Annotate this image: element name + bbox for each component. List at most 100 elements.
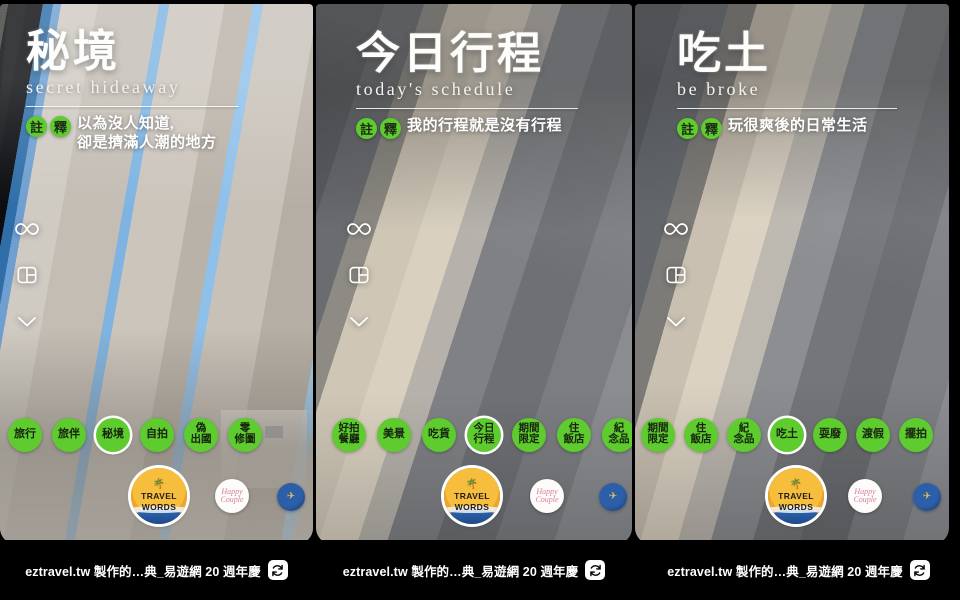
- caption-bar-1[interactable]: eztravel.tw 製作的…典_易遊網 20 週年慶: [0, 540, 313, 600]
- palm-tree-icon: 🌴: [465, 478, 479, 490]
- chevron-down-icon[interactable]: [663, 308, 689, 334]
- chip-label-line: 擺拍: [905, 428, 927, 441]
- panel-1-title-cn: 秘境: [26, 27, 120, 76]
- happy-script-text: Happy Couple: [220, 487, 244, 504]
- panel-2-sticker-row: 🌴 TRAVEL WORDS Happy Couple ✈: [316, 468, 632, 526]
- chip-label-line: 美景: [383, 428, 405, 441]
- chip-旅伴[interactable]: 旅伴: [52, 418, 86, 452]
- chevron-down-icon[interactable]: [14, 308, 40, 334]
- note-badge-1: 註: [356, 117, 377, 139]
- story-panel-1[interactable]: 秘境 secret hideaway 註 釋 以為沒人知道, 卻是擠滿人潮的地方: [0, 4, 313, 544]
- layout-split-icon[interactable]: [663, 262, 689, 288]
- happy-script-text: Happy Couple: [853, 487, 877, 504]
- panel-3-divider-rule: [677, 107, 897, 109]
- panel-3-title-cn: 吃土: [677, 29, 771, 78]
- blue-globe-sticker[interactable]: ✈: [913, 483, 941, 511]
- happy-script-text: Happy Couple: [535, 487, 559, 504]
- chip-label-line: 旅伴: [58, 428, 80, 441]
- infinity-icon[interactable]: [663, 216, 689, 242]
- panel-1-note-line-2: 卻是擠滿人潮的地方: [77, 135, 217, 152]
- panel-2-note-badges: 註 釋: [356, 117, 401, 139]
- layout-split-icon[interactable]: [346, 262, 372, 288]
- chevron-down-icon[interactable]: [346, 308, 372, 334]
- chip-期間限定[interactable]: 期間 限定: [512, 418, 546, 452]
- remix-reels-icon[interactable]: [267, 560, 288, 580]
- chip-好拍餐廳[interactable]: 好拍 餐廳: [332, 418, 366, 452]
- panel-1-note-text: 以為沒人知道, 卻是擠滿人潮的地方: [77, 115, 217, 155]
- chip-旅行[interactable]: 旅行: [8, 418, 42, 452]
- panel-2-chip-strip[interactable]: 好拍 餐廳 美景 吃貨 今日 行程 期間 限定住飯店紀念品: [316, 418, 632, 452]
- chip-紀念品[interactable]: 紀念品: [602, 418, 632, 452]
- chip-label-line: 耍廢: [819, 428, 841, 441]
- chip-label-line: 限定: [518, 434, 540, 445]
- chip-label-line: 行程: [473, 434, 495, 445]
- chip-今日行程[interactable]: 今日 行程: [467, 418, 501, 452]
- note-badge-2: 釋: [380, 117, 401, 139]
- chip-秘境[interactable]: 秘境: [96, 418, 130, 452]
- happy-script-sticker[interactable]: Happy Couple: [215, 479, 249, 513]
- travel-words-sticker[interactable]: 🌴 TRAVEL WORDS: [131, 468, 187, 524]
- travel-words-line-2: WORDS: [778, 501, 814, 512]
- chip-零修圖[interactable]: 零修圖: [228, 418, 262, 452]
- story-panel-3[interactable]: 吃土 be broke 註 釋 玩很爽後的日常生活 期間 限定 住 飯店 紀 念…: [635, 4, 949, 544]
- chip-自拍[interactable]: 自拍: [140, 418, 174, 452]
- story-triptych-stage: 秘境 secret hideaway 註 釋 以為沒人知道, 卻是擠滿人潮的地方: [0, 0, 960, 600]
- panel-2-note-line-1: 我的行程就是沒有行程: [407, 117, 563, 134]
- chip-label-line: 自拍: [146, 428, 168, 441]
- chip-label-line: 念品: [608, 434, 630, 445]
- travel-words-line-1: TRAVEL: [778, 490, 814, 501]
- chip-住飯店[interactable]: 住飯店: [557, 418, 591, 452]
- caption-bar-3[interactable]: eztravel.tw 製作的…典_易遊網 20 週年慶: [637, 540, 960, 600]
- panel-2-title-cn: 今日行程: [356, 29, 544, 78]
- remix-reels-icon[interactable]: [585, 560, 606, 580]
- panel-1-note-badges: 註 釋: [26, 115, 71, 137]
- panel-1-sticker-row: 🌴 TRAVEL WORDS Happy Couple ✈: [0, 468, 313, 526]
- chip-label-line: 吃土: [776, 428, 798, 441]
- chip-期間限定[interactable]: 期間 限定: [641, 418, 675, 452]
- panel-1-divider-rule: [26, 105, 239, 107]
- panel-3-chip-strip[interactable]: 期間 限定住飯店紀念品 吃土 耍廢 渡假 擺拍: [635, 418, 949, 452]
- chip-擺拍[interactable]: 擺拍: [899, 418, 933, 452]
- panel-2-tool-rail: [346, 216, 372, 334]
- chip-吃貨[interactable]: 吃貨: [422, 418, 456, 452]
- caption-bar-2[interactable]: eztravel.tw 製作的…典_易遊網 20 週年慶: [316, 540, 632, 600]
- chip-偽出國[interactable]: 偽出國: [184, 418, 218, 452]
- note-badge-1: 註: [677, 117, 698, 139]
- blue-globe-sticker[interactable]: ✈: [277, 483, 305, 511]
- panel-3-note-row: 註 釋 玩很爽後的日常生活: [677, 117, 923, 139]
- remix-reels-icon[interactable]: [909, 560, 930, 580]
- note-badge-2: 釋: [50, 115, 71, 137]
- note-badge-1: 註: [26, 115, 47, 137]
- story-panel-2[interactable]: 今日行程 today's schedule 註 釋 我的行程就是沒有行程 好拍 …: [316, 4, 632, 544]
- panel-3-tool-rail: [663, 216, 689, 334]
- blue-globe-sticker[interactable]: ✈: [599, 483, 627, 511]
- note-badge-2: 釋: [701, 117, 722, 139]
- panel-1-headline-block: 秘境 secret hideaway 註 釋 以為沒人知道, 卻是擠滿人潮的地方: [0, 27, 313, 155]
- travel-words-sticker[interactable]: 🌴 TRAVEL WORDS: [444, 468, 500, 524]
- happy-script-sticker[interactable]: Happy Couple: [530, 479, 564, 513]
- panel-3-note-text: 玩很爽後的日常生活: [728, 117, 868, 137]
- palm-tree-icon: 🌴: [789, 478, 803, 490]
- infinity-icon[interactable]: [346, 216, 372, 242]
- chip-label-line: 飯店: [690, 434, 712, 445]
- panel-2-headline-block: 今日行程 today's schedule 註 釋 我的行程就是沒有行程: [316, 29, 632, 139]
- chip-吃土[interactable]: 吃土: [770, 418, 804, 452]
- chip-美景[interactable]: 美景: [377, 418, 411, 452]
- travel-words-sticker[interactable]: 🌴 TRAVEL WORDS: [768, 468, 824, 524]
- layout-split-icon[interactable]: [14, 262, 40, 288]
- travel-words-line-1: TRAVEL: [454, 490, 490, 501]
- chip-label-line: 出國: [190, 434, 212, 445]
- panel-2-divider-rule: [356, 107, 578, 109]
- chip-住飯店[interactable]: 住飯店: [684, 418, 718, 452]
- panel-1-chip-strip[interactable]: 旅行 旅伴 秘境 自拍 偽出國零修圖: [0, 418, 313, 452]
- infinity-icon[interactable]: [14, 216, 40, 242]
- chip-label-line: 餐廳: [338, 434, 360, 445]
- happy-script-sticker[interactable]: Happy Couple: [848, 479, 882, 513]
- chip-label-line: 修圖: [234, 434, 256, 445]
- panel-2-note-row: 註 釋 我的行程就是沒有行程: [356, 117, 606, 139]
- chip-紀念品[interactable]: 紀念品: [727, 418, 761, 452]
- chip-label-line: 吃貨: [428, 428, 450, 441]
- chip-渡假[interactable]: 渡假: [856, 418, 890, 452]
- chip-耍廢[interactable]: 耍廢: [813, 418, 847, 452]
- caption-text-2: eztravel.tw 製作的…典_易遊網 20 週年慶: [342, 564, 579, 579]
